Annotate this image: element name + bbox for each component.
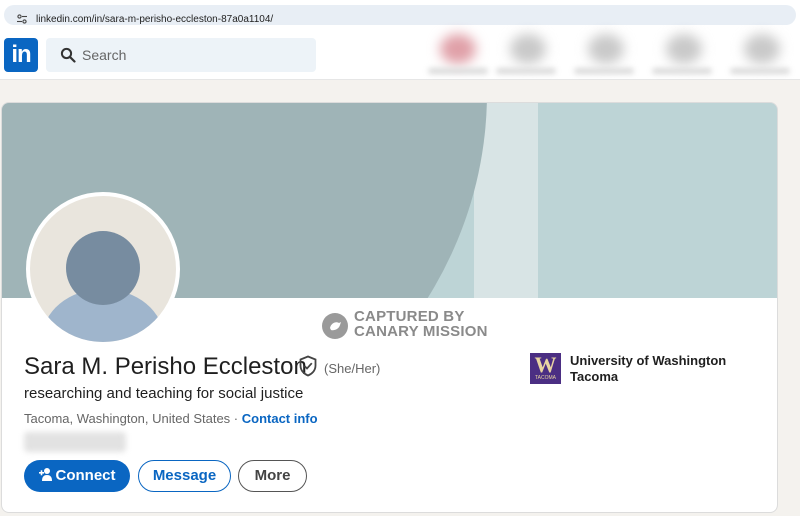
avatar-head [66,231,140,305]
location-text: Tacoma, Washington, United States [24,411,231,426]
cover-panel [538,103,777,298]
university-logo: W TACOMA [530,353,561,384]
nav-label-blurred [652,68,712,74]
site-settings-icon[interactable] [16,13,28,25]
university-name: University of Washington Tacoma [570,353,727,384]
more-button[interactable]: More [238,460,307,492]
global-nav: in Search [0,30,800,80]
url-text: linkedin.com/in/sara-m-perisho-eccleston… [36,14,274,25]
browser-address-bar: linkedin.com/in/sara-m-perisho-eccleston… [0,0,800,30]
profile-photo[interactable] [26,192,180,346]
contact-info-link[interactable]: Contact info [242,411,318,426]
nav-label-blurred [574,68,634,74]
education-entry[interactable]: W TACOMA University of Washington Tacoma [530,353,770,387]
profile-name: Sara M. Perisho Eccleston [24,353,307,380]
nav-label-blurred [496,68,556,74]
url-field[interactable]: linkedin.com/in/sara-m-perisho-eccleston… [4,5,796,25]
nav-label-blurred [428,68,488,74]
search-placeholder: Search [82,47,127,63]
profile-location-row: Tacoma, Washington, United States · Cont… [24,411,318,426]
verified-shield-icon[interactable] [298,355,318,377]
nav-label-blurred [730,68,790,74]
nav-item-blurred[interactable] [440,34,476,64]
search-box[interactable]: Search [46,38,316,72]
search-icon [60,47,76,63]
add-person-icon [38,468,52,481]
message-button[interactable]: Message [138,460,231,492]
pronouns: (She/Her) [324,361,381,376]
nav-item-blurred[interactable] [588,34,624,64]
watermark-line-2: CANARY MISSION [354,323,488,340]
profile-card: CAPTURED BY CANARY MISSION Sara M. Peris… [1,102,778,513]
nav-item-blurred[interactable] [744,34,780,64]
blurred-connections-count [24,432,126,452]
nav-item-blurred[interactable] [666,34,702,64]
watermark-text: CAPTURED BY CANARY MISSION [354,309,488,339]
connect-button[interactable]: Connect [24,460,130,492]
location-separator: · [230,411,242,426]
nav-item-blurred[interactable] [510,34,546,64]
watermark-line-1: CAPTURED BY [354,308,465,325]
linkedin-logo[interactable]: in [4,38,38,72]
profile-headline: researching and teaching for social just… [24,385,304,402]
connect-label: Connect [55,467,116,484]
canary-bird-icon [322,313,348,339]
logo-word: TACOMA [534,375,557,381]
logo-letter: W [534,352,557,377]
